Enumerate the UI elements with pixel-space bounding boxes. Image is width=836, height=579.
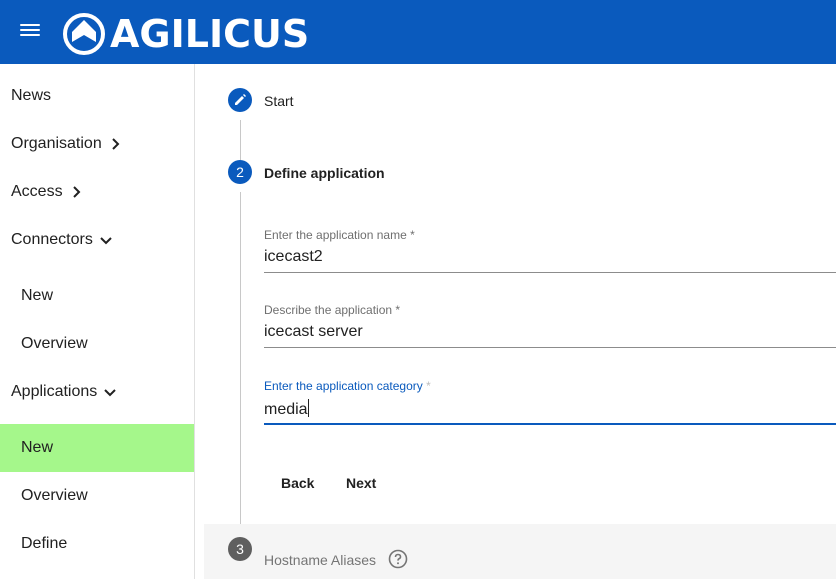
sidebar-item-connectors[interactable]: Connectors	[0, 216, 194, 264]
sidebar-item-label: Connectors	[11, 231, 93, 248]
chevron-right-icon	[72, 186, 80, 198]
sidebar-item-label: New	[21, 287, 54, 304]
sidebar-nav: News Organisation Access Connectors New …	[0, 64, 195, 579]
sidebar-item-label: Applications	[11, 383, 98, 400]
step-3-label: Hostname Aliases	[264, 552, 377, 568]
step-3-header[interactable]: 3 Hostname Aliases	[204, 524, 836, 579]
help-circle-icon[interactable]	[388, 549, 408, 569]
back-button[interactable]: Back	[281, 475, 314, 491]
application-description-field[interactable]: Describe the application * icecast serve…	[264, 303, 836, 348]
step-2-label[interactable]: Define application	[264, 165, 385, 181]
sidebar-item-label: Overview	[21, 335, 88, 352]
edit-pencil-icon	[235, 94, 246, 105]
step-connector	[240, 120, 241, 160]
sidebar-item-connectors-new[interactable]: New	[0, 272, 194, 320]
sidebar-item-label: Access	[11, 183, 63, 200]
menu-icon[interactable]	[20, 24, 40, 40]
application-name-label: Enter the application name *	[264, 228, 415, 242]
step-1-indicator[interactable]	[228, 88, 252, 112]
sidebar-item-connectors-overview[interactable]: Overview	[0, 320, 194, 368]
application-name-field[interactable]: Enter the application name * icecast2	[264, 228, 836, 273]
sidebar-item-label: Organisation	[11, 135, 102, 152]
step-2-indicator[interactable]: 2	[228, 160, 252, 184]
step-3-number: 3	[236, 541, 244, 557]
chevron-down-icon	[104, 389, 116, 397]
application-category-field[interactable]: Enter the application category * media	[264, 379, 836, 425]
sidebar-item-applications-define[interactable]: Define	[0, 520, 194, 568]
chevron-right-icon	[112, 138, 120, 150]
application-category-input[interactable]: media	[264, 399, 836, 419]
text-cursor	[307, 399, 309, 417]
step-3-indicator: 3	[228, 537, 252, 561]
sidebar-item-label: Define	[21, 535, 68, 552]
input-underline	[264, 347, 836, 348]
sidebar-item-label: New	[21, 439, 54, 456]
app-header: AGILICUS	[0, 0, 836, 64]
step-1-label[interactable]: Start	[264, 93, 294, 109]
next-button[interactable]: Next	[346, 475, 376, 491]
sidebar-item-label: News	[11, 87, 52, 104]
sidebar-item-applications-overview[interactable]: Overview	[0, 472, 194, 520]
brand-logo[interactable]: AGILICUS	[62, 12, 309, 56]
sidebar-item-applications-new[interactable]: New	[0, 424, 194, 472]
sidebar-item-applications[interactable]: Applications	[0, 368, 194, 416]
application-description-input[interactable]: icecast server	[264, 323, 836, 343]
input-underline	[264, 272, 836, 273]
step-2-number: 2	[236, 164, 244, 180]
application-category-label: Enter the application category *	[264, 379, 431, 393]
sidebar-item-organisation[interactable]: Organisation	[0, 120, 194, 168]
input-underline-focused	[264, 423, 836, 425]
sidebar-item-access[interactable]: Access	[0, 168, 194, 216]
chevron-down-icon	[100, 237, 112, 245]
application-name-input[interactable]: icecast2	[264, 248, 836, 268]
brand-name: AGILICUS	[110, 12, 310, 56]
stepper-panel: Start 2 Define application Enter the app…	[204, 64, 836, 579]
step-connector	[240, 192, 241, 542]
sidebar-item-news[interactable]: News	[0, 72, 194, 120]
application-description-label: Describe the application *	[264, 303, 401, 317]
sidebar-item-label: Overview	[21, 487, 88, 504]
agilicus-logo-icon	[63, 13, 105, 55]
